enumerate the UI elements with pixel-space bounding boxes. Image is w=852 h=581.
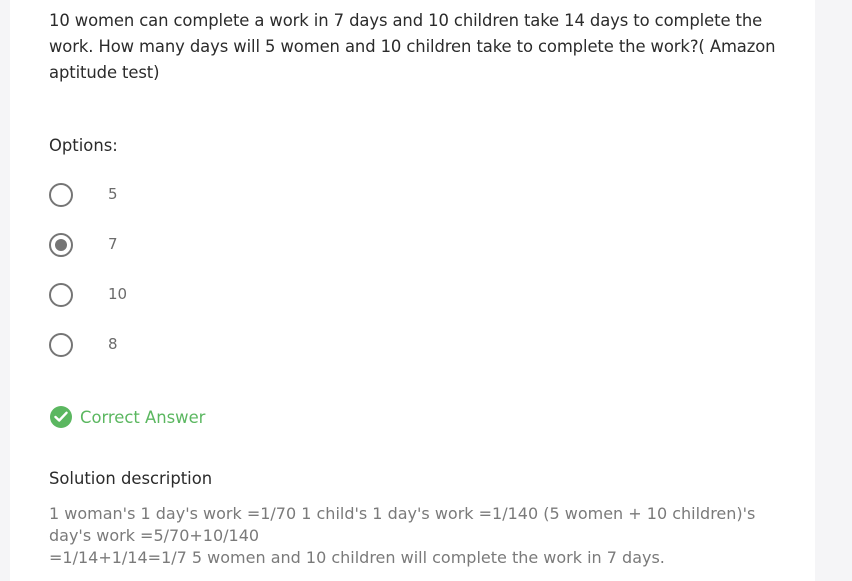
question-card: 10 women can complete a work in 7 days a…	[10, 0, 815, 581]
option-label: 7	[108, 235, 118, 253]
solution-body: 1 woman's 1 day's work =1/70 1 child's 1…	[49, 503, 779, 569]
option-label: 8	[108, 335, 118, 353]
option-4[interactable]: 8	[49, 333, 349, 363]
options-heading: Options:	[49, 136, 118, 155]
solution-heading: Solution description	[49, 469, 213, 488]
solution-line-2: =1/14+1/14=1/7 5 women and 10 children w…	[49, 548, 665, 567]
radio-button[interactable]	[49, 183, 73, 207]
check-circle-icon	[50, 406, 72, 428]
option-1[interactable]: 5	[49, 183, 349, 213]
option-3[interactable]: 10	[49, 283, 349, 313]
option-label: 5	[108, 185, 118, 203]
question-text: 10 women can complete a work in 7 days a…	[49, 11, 776, 82]
solution-line-1: 1 woman's 1 day's work =1/70 1 child's 1…	[49, 504, 756, 545]
option-label: 10	[108, 285, 128, 303]
option-2[interactable]: 7	[49, 233, 349, 263]
radio-button-selected[interactable]	[49, 233, 73, 257]
result-label: Correct Answer	[80, 408, 206, 427]
radio-button[interactable]	[49, 333, 73, 357]
radio-button[interactable]	[49, 283, 73, 307]
